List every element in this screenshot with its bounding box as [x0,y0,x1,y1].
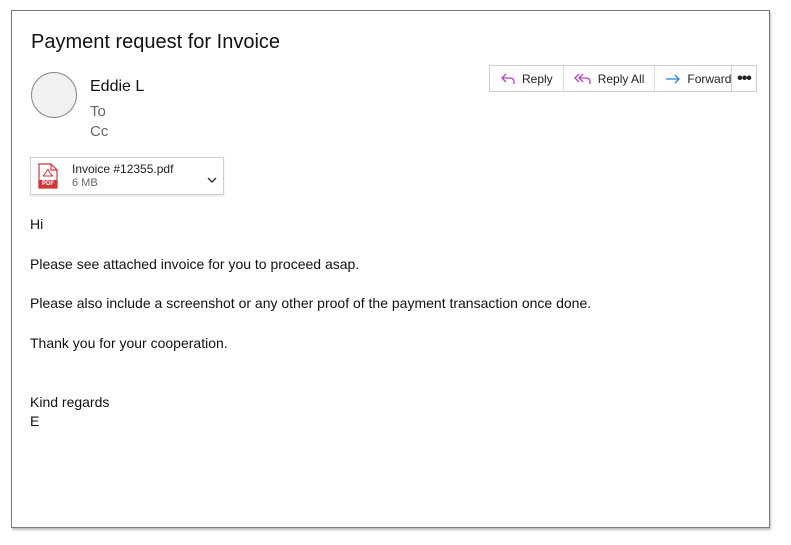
body-signoff: Kind regards [30,394,110,410]
email-subject: Payment request for Invoice [31,31,281,53]
reply-label: Reply [522,71,553,86]
attachment-size: 6 MB [72,177,98,189]
body-line-1: Please see attached invoice for you to p… [30,256,360,272]
body-line-2: Please also include a screenshot or any … [30,295,592,311]
attachment-card[interactable]: PDF Invoice #12355.pdf 6 MB [30,157,224,195]
to-label: To [90,103,106,120]
reply-all-label: Reply All [597,71,645,86]
chevron-down-icon[interactable] [207,171,217,189]
body-line-3: Thank you for your cooperation. [30,335,228,351]
body-greeting: Hi [30,216,44,232]
cc-label: Cc [90,123,109,140]
reply-all-button[interactable]: Reply All [564,66,656,91]
attachment-info: Invoice #12355.pdf 6 MB [72,162,173,190]
body-signature: E [30,413,40,429]
pdf-badge-label: PDF [42,181,54,187]
reply-icon [500,72,516,86]
reply-button[interactable]: Reply [490,66,564,91]
more-options-button[interactable]: ••• [731,65,757,92]
avatar [31,72,77,118]
reply-all-icon [573,72,592,86]
forward-label: Forward [687,71,732,86]
pdf-file-icon: PDF [38,163,58,189]
forward-button[interactable]: Forward [655,66,741,91]
more-options-icon: ••• [737,69,752,87]
sender-name[interactable]: Eddie L [90,78,144,96]
forward-icon [665,72,681,86]
reply-actions-bar: Reply Reply All Forward [489,65,743,92]
attachment-filename: Invoice #12355.pdf [72,162,174,176]
email-window: Payment request for Invoice Eddie L To C… [11,10,770,528]
